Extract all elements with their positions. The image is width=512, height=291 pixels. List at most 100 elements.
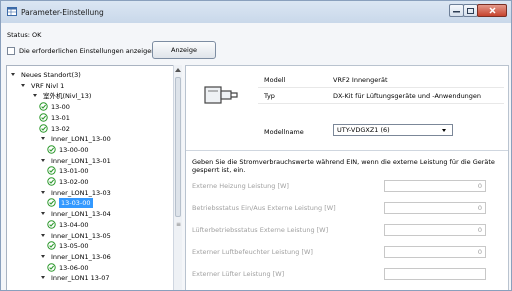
tree-node-label: Inner_LON1_13-03 bbox=[51, 188, 111, 197]
tree-node-label: Inner_LON1_13-05 bbox=[51, 231, 111, 240]
close-button[interactable] bbox=[477, 4, 507, 17]
tree-device-node[interactable]: 13-02 bbox=[7, 123, 177, 134]
tree-node-label: 13-00 bbox=[51, 103, 70, 112]
show-button[interactable]: Anzeige bbox=[152, 41, 216, 59]
parameter-window: Parameter-Einstellung Status: OK Die erf… bbox=[0, 0, 512, 291]
power-field-input[interactable]: 0 bbox=[384, 202, 486, 214]
tree-device-node[interactable]: 13-06-00 bbox=[7, 262, 177, 273]
minimize-icon bbox=[453, 10, 460, 12]
tree-node-label: VRF Nivl 1 bbox=[31, 81, 65, 90]
status-ok-check-icon bbox=[47, 262, 56, 272]
scroll-grip-icon: ≡ bbox=[176, 221, 182, 228]
show-required-checkbox[interactable] bbox=[7, 47, 15, 55]
status-ok-check-icon bbox=[47, 166, 56, 175]
minimize-button[interactable] bbox=[449, 4, 464, 17]
tree-node-label: Inner_LON1_13-00 bbox=[51, 135, 111, 144]
tree-node-label: 13-01 bbox=[51, 113, 70, 122]
tree-node-label: 13-00-00 bbox=[59, 145, 89, 154]
expand-triangle-icon[interactable] bbox=[33, 94, 37, 98]
power-field-input[interactable] bbox=[384, 268, 486, 280]
type-label: Typ bbox=[264, 92, 275, 100]
status-ok-check-icon bbox=[47, 198, 56, 208]
tree-device-node[interactable]: 13-00-00 bbox=[7, 145, 177, 155]
status-ok-check-icon bbox=[47, 145, 56, 154]
expand-triangle-icon[interactable] bbox=[41, 137, 45, 141]
power-field-input[interactable]: 0 bbox=[384, 180, 486, 192]
scroll-up-arrow-icon[interactable] bbox=[175, 68, 181, 72]
expand-triangle-icon[interactable] bbox=[41, 233, 45, 237]
tree-device-node[interactable]: 13-05-00 bbox=[7, 241, 177, 251]
modelname-select[interactable]: UTY-VDGXZ1 (6) bbox=[333, 124, 453, 136]
power-field-input[interactable]: 0 bbox=[384, 224, 486, 236]
tree-node-label: Inner_LON1_13-01 bbox=[51, 156, 111, 165]
tree-node-label: 13-02-00 bbox=[59, 178, 89, 186]
tree-group-node[interactable]: Inner_LON1_13-00 bbox=[7, 134, 177, 144]
tree-node-label: 13-01-00 bbox=[59, 167, 89, 176]
tree-device-node[interactable]: 13-02-00 bbox=[7, 177, 177, 187]
tree-node-label: 13-03-00 bbox=[59, 198, 93, 209]
tree-group-node[interactable]: Inner_LON1_13-03 bbox=[7, 188, 177, 198]
maximize-icon bbox=[467, 7, 474, 14]
power-field-label: Lüfterbetriebsstatus Externe Leistung [W… bbox=[192, 226, 329, 234]
tree-node-label: 13-06-00 bbox=[59, 263, 89, 272]
tree-node-label: 室外机(Nivl_13) bbox=[43, 92, 92, 101]
status-ok-check-icon bbox=[39, 102, 48, 111]
status-ok-check-icon bbox=[47, 241, 56, 250]
tree-group-node[interactable]: Inner_LON1_13-05 bbox=[7, 231, 177, 241]
expand-triangle-icon[interactable] bbox=[41, 190, 45, 194]
tree-node-label: 13-02 bbox=[51, 124, 70, 133]
status-ok-check-icon bbox=[39, 113, 48, 122]
expand-triangle-icon[interactable] bbox=[41, 276, 45, 280]
divider bbox=[258, 87, 504, 88]
modelname-value: UTY-VDGXZ1 (6) bbox=[337, 126, 390, 134]
tree-node-label: Inner_LON1_13-04 bbox=[51, 210, 111, 219]
status-ok-check-icon bbox=[47, 177, 56, 186]
tree-device-node[interactable]: 13-04-00 bbox=[7, 220, 177, 230]
tree-device-node[interactable]: 13-03-00 bbox=[7, 198, 177, 209]
show-button-label: Anzeige bbox=[171, 46, 197, 54]
power-field-label: Externe Heizung Leistung [W] bbox=[192, 182, 289, 190]
tree-group-node[interactable]: Neues Standort(3) bbox=[7, 70, 177, 80]
device-icon bbox=[204, 86, 238, 104]
expand-triangle-icon[interactable] bbox=[21, 83, 25, 87]
divider bbox=[258, 103, 504, 104]
close-icon bbox=[488, 7, 496, 14]
status-ok-check-icon bbox=[47, 220, 56, 229]
status-text: Status: OK bbox=[7, 31, 42, 39]
tree-device-node[interactable]: 13-01-00 bbox=[7, 166, 177, 176]
show-required-label: Die erforderlichen Einstellungen anzeige… bbox=[19, 47, 158, 55]
location-tree[interactable]: Neues Standort(3) VRF Nivl 1 室外机(Nivl_13) 1… bbox=[6, 65, 182, 290]
tree-device-node[interactable]: 13-01 bbox=[7, 113, 177, 123]
expand-triangle-icon[interactable] bbox=[11, 73, 15, 76]
maximize-button[interactable] bbox=[463, 4, 478, 17]
model-value: VRF2 Innengerät bbox=[333, 76, 388, 84]
tree-device-node[interactable]: 13-00 bbox=[7, 102, 177, 112]
power-field-input[interactable]: 0 bbox=[384, 246, 486, 258]
tree-group-node[interactable]: VRF Nivl 1 bbox=[7, 81, 177, 91]
type-value: DX-Kit für Lüftungsgeräte und -Anwendung… bbox=[333, 92, 482, 100]
settings-panel: Modell VRF2 Innengerät Typ DX-Kit für Lü… bbox=[185, 65, 509, 290]
tree-node-label: 13-05-00 bbox=[59, 242, 89, 251]
title-bar: Parameter-Einstellung bbox=[1, 1, 511, 23]
power-field-label: Externer Lüfter Leistung [W] bbox=[192, 270, 285, 278]
tree-group-node[interactable]: Inner_LON1_13-06 bbox=[7, 252, 177, 262]
tree-group-node[interactable]: Inner_LON1_13-04 bbox=[7, 209, 177, 219]
tree-group-node[interactable]: Inner_LON1_13-01 bbox=[7, 156, 177, 166]
tree-node-label: Neues Standort(3) bbox=[21, 71, 81, 79]
tree-scrollbar[interactable]: ≡ bbox=[173, 65, 182, 290]
scroll-thumb[interactable] bbox=[175, 77, 181, 217]
power-instruction: Geben Sie die Stromverbrauchswerte währe… bbox=[192, 158, 495, 174]
model-label: Modell bbox=[264, 76, 286, 84]
expand-triangle-icon[interactable] bbox=[41, 158, 45, 162]
tree-group-node[interactable]: 室外机(Nivl_13) bbox=[7, 91, 177, 101]
tree-group-node[interactable]: Inner_LON1 13-07 bbox=[7, 273, 177, 283]
section-divider bbox=[186, 150, 508, 151]
tree-node-label: 13-04-00 bbox=[59, 220, 89, 229]
show-required-checkbox-row[interactable]: Die erforderlichen Einstellungen anzeige… bbox=[7, 47, 157, 55]
modelname-label: Modellname bbox=[264, 128, 304, 136]
chevron-down-icon bbox=[442, 129, 446, 132]
table-icon bbox=[7, 7, 17, 16]
expand-triangle-icon[interactable] bbox=[41, 254, 45, 258]
expand-triangle-icon[interactable] bbox=[41, 212, 45, 216]
status-ok-check-icon bbox=[39, 123, 48, 133]
